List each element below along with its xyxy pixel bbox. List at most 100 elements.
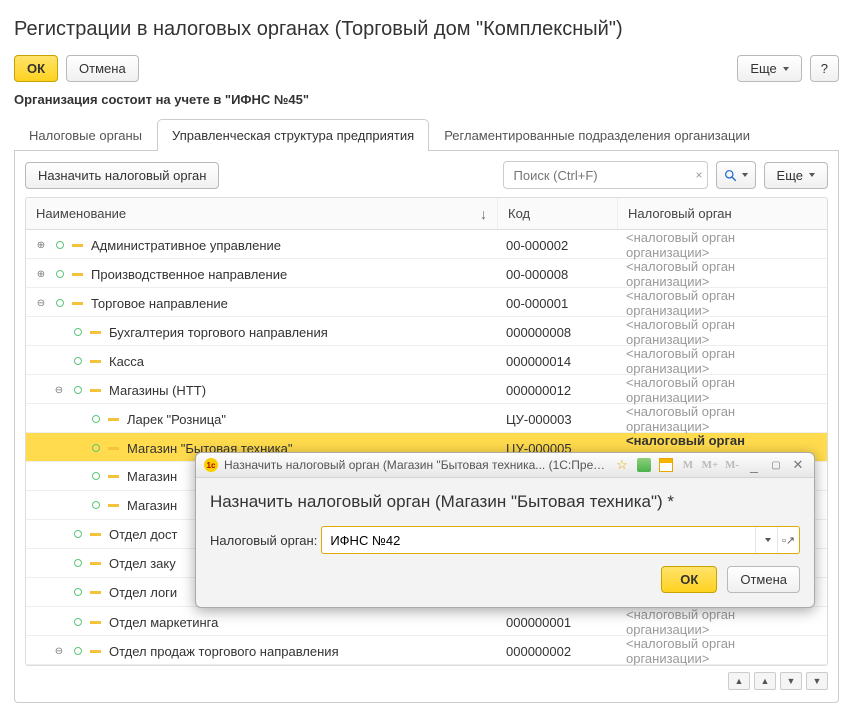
- table-row[interactable]: Бухгалтерия торгового направления 0000000…: [26, 317, 827, 346]
- status-circle-icon: [92, 444, 100, 452]
- dialog-window-title: Назначить налоговый орган (Магазин "Быто…: [224, 458, 608, 472]
- folder-bar-icon: [72, 273, 83, 276]
- more-label: Еще: [777, 168, 803, 183]
- folder-bar-icon: [108, 418, 119, 421]
- status-circle-icon: [74, 559, 82, 567]
- more-button[interactable]: Еще: [737, 55, 801, 82]
- dialog-cancel-button[interactable]: Отмена: [727, 566, 800, 593]
- col-name[interactable]: Наименование ↓: [26, 198, 498, 229]
- col-code[interactable]: Код: [498, 198, 618, 229]
- row-name: Бухгалтерия торгового направления: [109, 325, 328, 340]
- magnifier-icon: [724, 169, 737, 182]
- assign-tax-organ-button[interactable]: Назначить налоговый орган: [25, 162, 219, 189]
- status-circle-icon: [74, 530, 82, 538]
- table-more-button[interactable]: Еще: [764, 162, 828, 189]
- folder-bar-icon: [72, 244, 83, 247]
- status-circle-icon: [92, 472, 100, 480]
- row-tax-organ: <налоговый орган организации>: [618, 375, 827, 405]
- row-tax-organ: <налоговый орган организации>: [618, 288, 827, 318]
- row-code: 000000014: [498, 354, 618, 369]
- dialog-body: Назначить налоговый орган (Магазин "Быто…: [196, 478, 814, 607]
- ok-button[interactable]: ОК: [14, 55, 58, 82]
- tax-organ-input[interactable]: [322, 533, 755, 548]
- dialog-ok-button[interactable]: ОК: [661, 566, 717, 593]
- row-tax-organ: <налоговый орган организации>: [618, 636, 827, 666]
- open-reference-icon[interactable]: ▫↗: [777, 527, 799, 553]
- row-code: 000000008: [498, 325, 618, 340]
- folder-bar-icon: [90, 591, 101, 594]
- dialog-titlebar[interactable]: 1c Назначить налоговый орган (Магазин "Б…: [196, 453, 814, 478]
- table-row[interactable]: ⊖Магазины (НТТ)000000012<налоговый орган…: [26, 375, 827, 404]
- row-name: Производственное направление: [91, 267, 287, 282]
- search-box[interactable]: ×: [503, 161, 708, 189]
- nav-bottom-button[interactable]: ▼: [806, 672, 828, 690]
- row-tax-organ: <налоговый орган организации>: [618, 404, 827, 434]
- table-header: Наименование ↓ Код Налоговый орган: [26, 198, 827, 230]
- tab-regulated-divisions[interactable]: Регламентированные подразделения организ…: [429, 119, 765, 151]
- assign-tax-dialog: 1c Назначить налоговый орган (Магазин "Б…: [195, 452, 815, 608]
- row-name: Торговое направление: [91, 296, 228, 311]
- search-settings-button[interactable]: [716, 161, 756, 189]
- table-row[interactable]: ⊕Административное управление00-000002<на…: [26, 230, 827, 259]
- collapse-icon[interactable]: ⊖: [52, 644, 66, 658]
- no-expand-icon: [70, 441, 84, 455]
- table-row[interactable]: Отдел маркетинга000000001<налоговый орга…: [26, 607, 827, 636]
- row-code: 000000002: [498, 644, 618, 659]
- table-row[interactable]: Касса000000014<налоговый орган организац…: [26, 346, 827, 375]
- col-code-label: Код: [508, 206, 530, 221]
- maximize-icon[interactable]: ▢: [768, 457, 784, 473]
- dialog-heading: Назначить налоговый орган (Магазин "Быто…: [210, 492, 800, 512]
- minimize-icon[interactable]: _: [746, 457, 762, 473]
- nav-down-button[interactable]: ▼: [780, 672, 802, 690]
- dropdown-icon[interactable]: [755, 527, 777, 553]
- memory-m-icon[interactable]: M: [680, 457, 696, 473]
- calculator-icon[interactable]: [636, 457, 652, 473]
- collapse-icon[interactable]: ⊖: [52, 383, 66, 397]
- tab-management-structure[interactable]: Управленческая структура предприятия: [157, 119, 429, 151]
- memory-mminus-icon[interactable]: M-: [724, 457, 740, 473]
- status-circle-icon: [92, 415, 100, 423]
- status-circle-icon: [74, 618, 82, 626]
- row-name: Ларек "Розница": [127, 412, 226, 427]
- folder-bar-icon: [90, 621, 101, 624]
- collapse-icon[interactable]: ⊖: [34, 296, 48, 310]
- row-name: Магазин: [127, 498, 177, 513]
- table-row[interactable]: Ларек "Розница"ЦУ-000003<налоговый орган…: [26, 404, 827, 433]
- row-tax-organ: <налоговый орган организации>: [618, 230, 827, 260]
- close-icon[interactable]: ✕: [790, 457, 806, 473]
- folder-bar-icon: [108, 475, 119, 478]
- cancel-button[interactable]: Отмена: [66, 55, 139, 82]
- help-button[interactable]: ?: [810, 55, 839, 82]
- folder-bar-icon: [90, 360, 101, 363]
- tax-organ-input-group: ▫↗: [321, 526, 800, 554]
- status-circle-icon: [56, 299, 64, 307]
- row-name: Магазин: [127, 469, 177, 484]
- table-row[interactable]: ⊖Торговое направление00-000001<налоговый…: [26, 288, 827, 317]
- clear-search-icon[interactable]: ×: [692, 168, 707, 182]
- table-row[interactable]: ⊖Отдел продаж торгового направления00000…: [26, 636, 827, 665]
- status-circle-icon: [56, 270, 64, 278]
- main-toolbar: ОК Отмена Еще ?: [14, 55, 839, 82]
- row-tax-organ: <налоговый орган организации>: [618, 346, 827, 376]
- expand-icon[interactable]: ⊕: [34, 267, 48, 281]
- subtitle: Организация состоит на учете в "ИФНС №45…: [14, 92, 839, 107]
- no-expand-icon: [52, 325, 66, 339]
- row-tax-organ: <налоговый орган организации>: [618, 607, 827, 637]
- row-name: Административное управление: [91, 238, 281, 253]
- no-expand-icon: [70, 469, 84, 483]
- status-circle-icon: [74, 647, 82, 655]
- tab-tax-organs[interactable]: Налоговые органы: [14, 119, 157, 151]
- calendar-icon[interactable]: [658, 457, 674, 473]
- favorite-icon[interactable]: ☆: [614, 457, 630, 473]
- 1c-icon: 1c: [204, 458, 218, 472]
- no-expand-icon: [52, 354, 66, 368]
- nav-top-button[interactable]: ▲: [728, 672, 750, 690]
- memory-mplus-icon[interactable]: M+: [702, 457, 718, 473]
- col-org[interactable]: Налоговый орган: [618, 198, 827, 229]
- no-expand-icon: [52, 615, 66, 629]
- expand-icon[interactable]: ⊕: [34, 238, 48, 252]
- table-row[interactable]: ⊕Производственное направление00-000008<н…: [26, 259, 827, 288]
- nav-up-button[interactable]: ▲: [754, 672, 776, 690]
- row-tax-organ: <налоговый орган организации>: [618, 259, 827, 289]
- search-input[interactable]: [512, 167, 692, 184]
